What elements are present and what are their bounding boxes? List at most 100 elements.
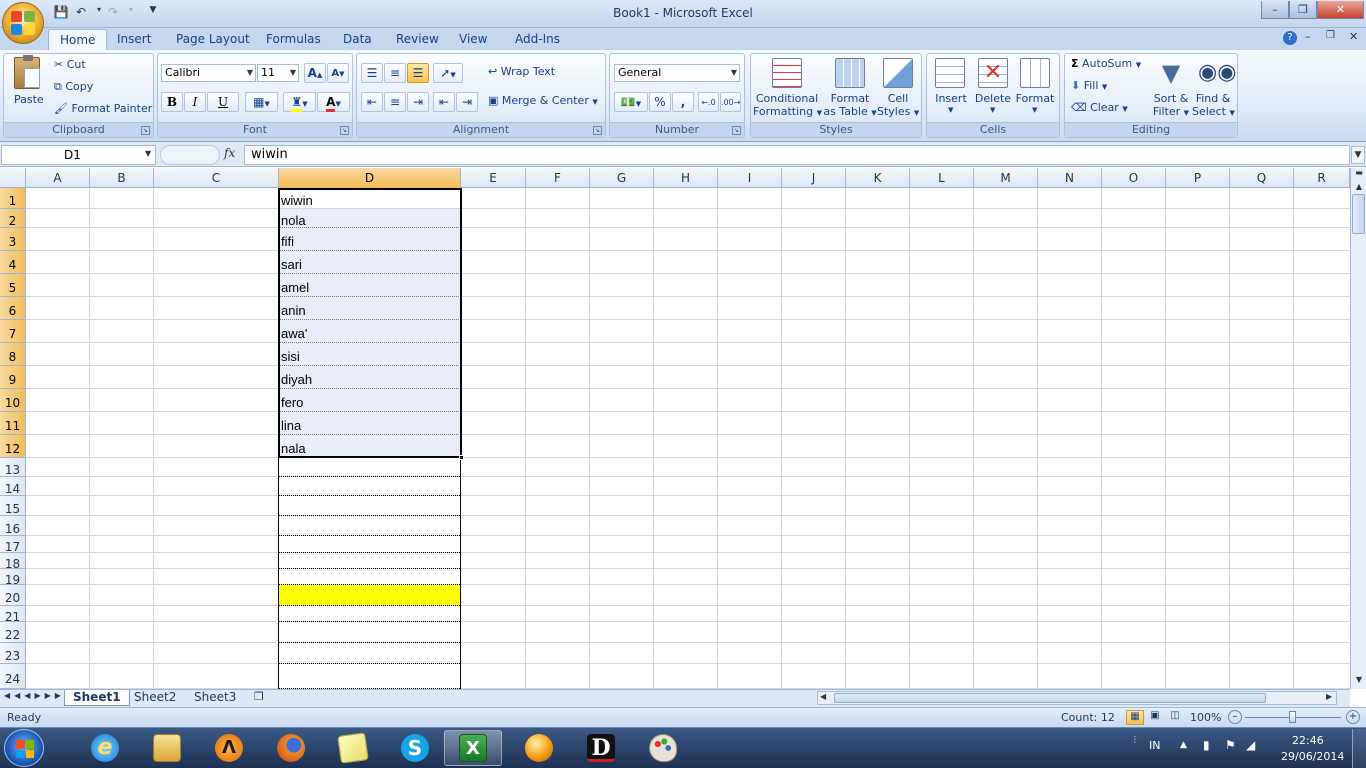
show-desktop-button[interactable] bbox=[1352, 729, 1366, 768]
undo-icon[interactable]: ↶ bbox=[72, 5, 90, 21]
selection-border[interactable] bbox=[278, 188, 462, 458]
row-header-7[interactable]: 7 bbox=[0, 320, 26, 343]
row-header-5[interactable]: 5 bbox=[0, 274, 26, 297]
tab-insert[interactable]: Insert bbox=[106, 29, 162, 50]
fill-button[interactable]: ⬇ Fill ▼ bbox=[1071, 79, 1107, 92]
shrink-font-button[interactable]: A▼ bbox=[327, 63, 349, 83]
paste-button[interactable]: Paste bbox=[12, 55, 44, 115]
row-header-14[interactable]: 14 bbox=[0, 477, 26, 496]
increase-decimal-button[interactable]: ←.0 bbox=[698, 92, 719, 112]
increase-indent-button[interactable]: ⇥ bbox=[456, 92, 478, 112]
copy-button[interactable]: ⧉ Copy bbox=[54, 80, 149, 96]
comma-button[interactable]: , bbox=[672, 92, 694, 112]
row-header-6[interactable]: 6 bbox=[0, 297, 26, 320]
column-header-n[interactable]: N bbox=[1038, 168, 1102, 188]
zoom-slider-thumb[interactable] bbox=[1289, 711, 1296, 723]
conditional-formatting-button[interactable]: Conditional Formatting ▼ bbox=[753, 56, 822, 120]
column-header-g[interactable]: G bbox=[590, 168, 654, 188]
find-select-button[interactable]: ◉◉ Find & Select ▼ bbox=[1192, 56, 1236, 120]
merge-center-button[interactable]: ▣ Merge & Center ▼ bbox=[488, 94, 598, 110]
column-header-h[interactable]: H bbox=[654, 168, 718, 188]
row-header-3[interactable]: 3 bbox=[0, 228, 26, 251]
column-header-m[interactable]: M bbox=[974, 168, 1038, 188]
tab-view[interactable]: View bbox=[448, 29, 498, 50]
font-color-button[interactable]: A▼ bbox=[317, 92, 350, 112]
column-header-r[interactable]: R bbox=[1294, 168, 1350, 188]
format-as-table-button[interactable]: Format as Table ▼ bbox=[823, 56, 877, 120]
row-header-11[interactable]: 11 bbox=[0, 412, 26, 435]
column-header-c[interactable]: C bbox=[154, 168, 279, 188]
row-header-22[interactable]: 22 bbox=[0, 622, 26, 643]
zoom-out-icon[interactable]: – bbox=[1228, 710, 1242, 724]
horizontal-scrollbar[interactable]: ◀ ▶ bbox=[817, 691, 1337, 705]
column-header-l[interactable]: L bbox=[910, 168, 974, 188]
sheet-tab-sheet3[interactable]: Sheet3 bbox=[186, 690, 244, 706]
row-header-16[interactable]: 16 bbox=[0, 516, 26, 536]
action-center-flag-icon[interactable]: ⚑ bbox=[1225, 738, 1236, 752]
number-launcher-icon[interactable]: ↘ bbox=[732, 126, 741, 135]
tab-home[interactable]: Home bbox=[48, 29, 108, 50]
row-header-8[interactable]: 8 bbox=[0, 343, 26, 366]
row-header-24[interactable]: 24 bbox=[0, 664, 26, 689]
font-launcher-icon[interactable]: ↘ bbox=[340, 126, 349, 135]
redo-dropdown-icon[interactable]: ▾ bbox=[122, 5, 140, 21]
sort-filter-button[interactable]: ▼ Sort & Filter ▼ bbox=[1150, 56, 1192, 120]
delete-cells-button[interactable]: ✕ Delete ▼ bbox=[972, 56, 1014, 120]
borders-button[interactable]: ▦▼ bbox=[245, 92, 278, 112]
normal-view-icon[interactable]: ▦ bbox=[1126, 710, 1144, 725]
insert-function-button[interactable]: fx bbox=[224, 146, 235, 160]
scroll-left-icon[interactable]: ◀ bbox=[820, 692, 826, 701]
sheet-nav-icons[interactable]: ◀◀◀▶▶▶ bbox=[4, 691, 65, 700]
bottom-align-button[interactable]: ☰ bbox=[407, 63, 429, 83]
bold-button[interactable]: B bbox=[161, 92, 183, 112]
restore-button[interactable]: ❐ bbox=[1289, 1, 1317, 19]
name-box-dropdown-icon[interactable]: ▼ bbox=[145, 149, 151, 158]
horizontal-scroll-thumb[interactable] bbox=[834, 693, 1266, 703]
column-header-k[interactable]: K bbox=[846, 168, 910, 188]
taskbar-avast[interactable]: Λ bbox=[200, 730, 258, 766]
save-icon[interactable]: 💾 bbox=[52, 5, 70, 21]
taskbar-explorer[interactable] bbox=[138, 730, 196, 766]
row-header-2[interactable]: 2 bbox=[0, 209, 26, 228]
row-header-13[interactable]: 13 bbox=[0, 458, 26, 477]
tab-add-ins[interactable]: Add-Ins bbox=[504, 29, 571, 50]
column-header-d[interactable]: D bbox=[279, 168, 461, 188]
scroll-right-icon[interactable]: ▶ bbox=[1326, 692, 1332, 701]
insert-sheet-icon[interactable]: ❐ bbox=[254, 690, 264, 703]
row-header-4[interactable]: 4 bbox=[0, 251, 26, 274]
taskbar-skype[interactable]: S bbox=[386, 730, 444, 766]
tray-expand-icon[interactable]: ▲ bbox=[1180, 740, 1187, 750]
taskbar-firefox[interactable] bbox=[262, 730, 320, 766]
workbook-minimize-button[interactable]: – bbox=[1305, 30, 1311, 43]
font-family-select[interactable]: Calibri ▼ bbox=[161, 64, 256, 82]
taskbar-sticky-notes[interactable] bbox=[324, 730, 382, 766]
split-handle-icon[interactable]: ▬ bbox=[1352, 168, 1366, 180]
start-button[interactable] bbox=[4, 729, 44, 767]
number-format-select[interactable]: General ▼ bbox=[614, 64, 740, 82]
row-header-17[interactable]: 17 bbox=[0, 536, 26, 554]
decrease-decimal-button[interactable]: .00→ bbox=[720, 92, 741, 112]
page-break-view-icon[interactable]: ◫ bbox=[1166, 710, 1184, 725]
taskbar-d-app[interactable]: D bbox=[572, 730, 630, 766]
column-header-o[interactable]: O bbox=[1102, 168, 1166, 188]
grow-font-button[interactable]: A▲ bbox=[304, 63, 326, 83]
workbook-restore-button[interactable]: ❐ bbox=[1326, 30, 1335, 41]
row-header-21[interactable]: 21 bbox=[0, 606, 26, 624]
column-header-q[interactable]: Q bbox=[1230, 168, 1294, 188]
taskbar-paint[interactable] bbox=[634, 730, 692, 766]
tab-review[interactable]: Review bbox=[385, 29, 450, 50]
row-header-18[interactable]: 18 bbox=[0, 553, 26, 571]
column-header-i[interactable]: I bbox=[718, 168, 782, 188]
zoom-in-icon[interactable]: + bbox=[1346, 710, 1360, 724]
column-header-p[interactable]: P bbox=[1166, 168, 1230, 188]
select-all-button[interactable] bbox=[0, 168, 26, 188]
row-header-1[interactable]: 1 bbox=[0, 188, 26, 209]
office-button[interactable] bbox=[2, 2, 44, 44]
tray-time[interactable]: 22:46 bbox=[1292, 734, 1324, 747]
scroll-up-icon[interactable]: ▲ bbox=[1352, 180, 1366, 194]
top-align-button[interactable]: ☰ bbox=[361, 63, 383, 83]
row-header-10[interactable]: 10 bbox=[0, 389, 26, 412]
help-icon[interactable]: ? bbox=[1283, 31, 1297, 45]
network-icon[interactable]: ◢ bbox=[1246, 738, 1255, 752]
format-cells-button[interactable]: Format ▼ bbox=[1014, 56, 1056, 120]
